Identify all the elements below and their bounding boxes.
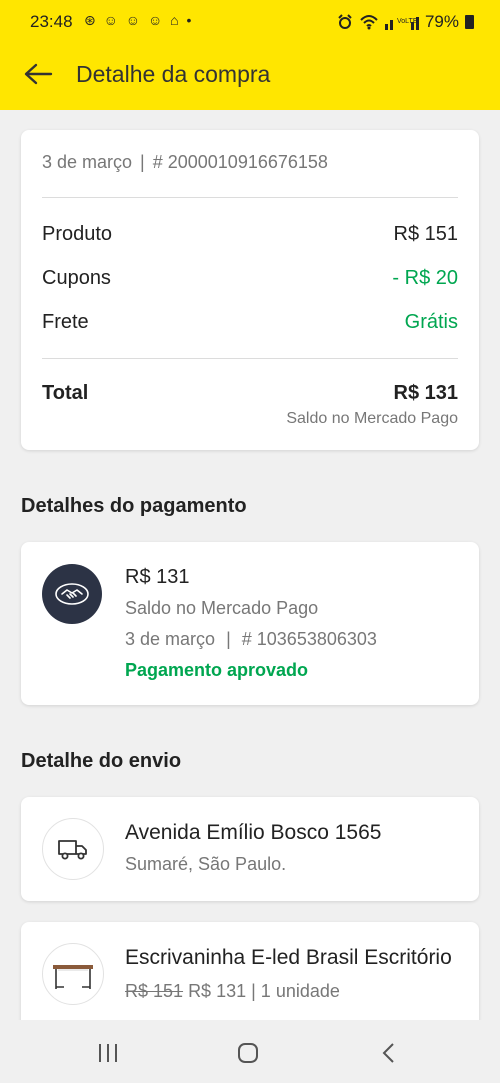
shipping-label: Frete — [42, 310, 89, 333]
order-date: 3 de março — [42, 152, 133, 172]
home-button[interactable] — [233, 1038, 263, 1068]
payment-status: Pagamento aprovado — [125, 660, 309, 680]
battery-percent: 79% — [424, 12, 459, 31]
meta-separator: | — [226, 629, 231, 649]
shipping-city: Sumaré, São Paulo. — [125, 854, 287, 874]
summary-row-coupons: Cupons - R$ 20 — [42, 263, 458, 293]
desk-thumbnail-icon — [53, 965, 93, 989]
product-label: Produto — [42, 222, 113, 245]
svg-text:VoLTE: VoLTE — [397, 18, 418, 25]
summary-row-shipping: Frete Grátis — [42, 307, 458, 337]
payment-id: # 103653806303 — [241, 629, 377, 649]
coupons-value: - R$ 20 — [392, 266, 458, 289]
shipping-address: Avenida Emílio Bosco 1565 — [125, 821, 382, 844]
shipping-value: Grátis — [404, 310, 458, 333]
payment-card[interactable]: R$ 131 Saldo no Mercado Pago 3 de março … — [21, 542, 479, 705]
shipping-section-title: Detalhe do envio — [21, 750, 182, 772]
recent-apps-button[interactable] — [93, 1038, 123, 1068]
summary-total-row: Total R$ 131 — [42, 378, 458, 408]
status-bar: 23:48 ⊛ ☺ ☺ ☺ ⌂ • VoLTE 79% — [0, 0, 500, 46]
total-label: Total — [42, 381, 89, 404]
app-header: 23:48 ⊛ ☺ ☺ ☺ ⌂ • VoLTE 79% Detalhe da c… — [0, 0, 500, 110]
payment-amount: R$ 131 — [125, 566, 190, 588]
system-nav-bar — [0, 1020, 500, 1083]
payment-meta: 3 de março | # 103653806303 — [125, 629, 377, 650]
home-icon — [238, 1043, 258, 1063]
wifi-icon — [360, 15, 378, 30]
payment-method: Saldo no Mercado Pago — [125, 598, 319, 618]
top-bar: Detalhe da compra — [0, 50, 500, 98]
item-quantity: | 1 unidade — [251, 981, 340, 1001]
item-name: Escrivaninha E-led Brasil Escritório — [125, 946, 452, 969]
page-title: Detalhe da compra — [76, 60, 271, 87]
chevron-left-icon — [382, 1043, 394, 1063]
order-meta: 3 de março | # 2000010916676158 — [42, 152, 328, 173]
item-old-price: R$ 151 — [125, 981, 184, 1001]
battery-icon — [465, 15, 474, 29]
recent-apps-icon — [99, 1044, 117, 1062]
payment-date: 3 de março — [125, 629, 216, 649]
order-number: # 2000010916676158 — [152, 152, 328, 172]
divider — [42, 358, 458, 359]
coupons-label: Cupons — [42, 266, 111, 289]
payment-section-title: Detalhes do pagamento — [21, 495, 247, 517]
divider — [42, 197, 458, 198]
truck-icon-circle — [42, 818, 104, 880]
product-value: R$ 151 — [393, 222, 459, 245]
total-method: Saldo no Mercado Pago — [286, 410, 458, 427]
signal-icon: VoLTE — [384, 17, 419, 30]
item-thumbnail — [42, 943, 104, 1005]
summary-row-product: Produto R$ 151 — [42, 219, 458, 249]
avatar — [42, 564, 102, 624]
back-nav-button[interactable] — [374, 1038, 404, 1068]
order-summary-card: 3 de março | # 2000010916676158 Produto R$… — [21, 130, 479, 450]
arrow-left-icon — [24, 63, 53, 85]
shipping-card[interactable]: Avenida Emílio Bosco 1565 Sumaré, São Pa… — [21, 797, 479, 901]
status-right: VoLTE 79% — [337, 12, 474, 32]
item-card[interactable]: Escrivaninha E-led Brasil Escritório R$ … — [21, 922, 479, 1032]
meta-separator: | — [140, 152, 145, 172]
status-time: 23:48 — [30, 12, 73, 31]
notification-icons: ⊛ ☺ ☺ ☺ ⌂ • — [84, 12, 194, 28]
item-price-line: R$ 151 R$ 131 | 1 unidade — [125, 981, 340, 1002]
handshake-icon — [55, 583, 89, 605]
item-price: R$ 131 — [188, 981, 247, 1001]
truck-icon — [58, 840, 87, 860]
alarm-icon — [338, 14, 352, 29]
back-button[interactable] — [0, 50, 76, 98]
total-value: R$ 131 — [393, 381, 459, 404]
